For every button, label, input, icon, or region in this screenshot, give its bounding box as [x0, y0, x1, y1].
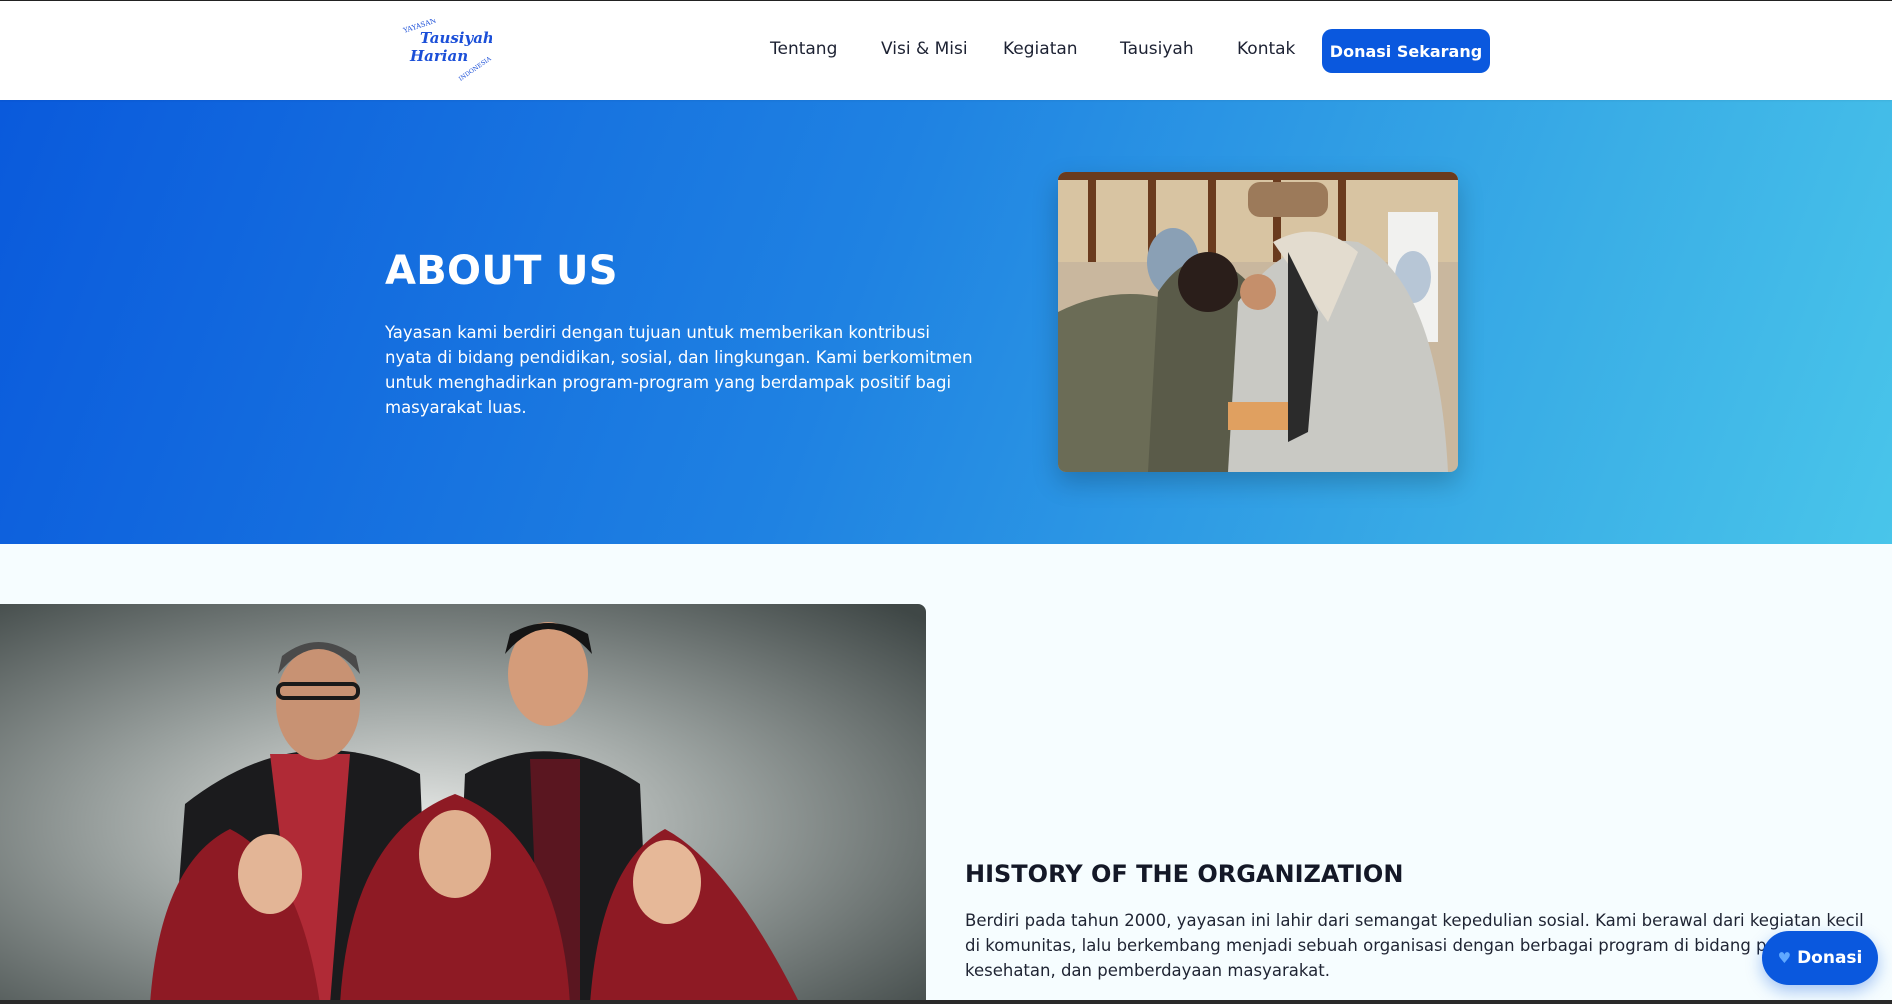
about-hero: ABOUT US Yayasan kami berdiri dengan tuj… [0, 100, 1892, 544]
logo[interactable]: YAYASAN Tausiyah Harian INDONESIA [398, 19, 492, 85]
about-photo [1058, 172, 1458, 472]
nav-visi-misi[interactable]: Visi & Misi [881, 39, 968, 59]
family-photo-image [0, 604, 926, 1004]
history-title: HISTORY OF THE ORGANIZATION [965, 860, 1404, 888]
logo-text-1: Tausiyah [420, 29, 492, 47]
logo-text-2: Harian [409, 47, 468, 65]
about-description: Yayasan kami berdiri dengan tujuan untuk… [385, 323, 973, 417]
nav-kegiatan[interactable]: Kegiatan [1003, 39, 1078, 59]
nav-kontak[interactable]: Kontak [1237, 39, 1295, 59]
family-photo [0, 604, 926, 1004]
nav-tentang[interactable]: Tentang [770, 39, 837, 59]
logo-image: YAYASAN Tausiyah Harian INDONESIA [401, 19, 492, 83]
nav-tausiyah[interactable]: Tausiyah [1120, 39, 1194, 59]
site-header: YAYASAN Tausiyah Harian INDONESIA Tentan… [0, 0, 1892, 100]
bottom-border [0, 1000, 1892, 1004]
donate-now-button[interactable]: Donasi Sekarang [1322, 29, 1490, 73]
heart-icon: ♥ [1777, 948, 1792, 967]
about-photo-image [1058, 172, 1458, 472]
floating-donate-label: Donasi [1797, 948, 1863, 968]
page-title: ABOUT US [385, 248, 618, 294]
floating-donate-button[interactable]: ♥ Donasi [1762, 931, 1878, 985]
history-description: Berdiri pada tahun 2000, yayasan ini lah… [965, 911, 1864, 980]
